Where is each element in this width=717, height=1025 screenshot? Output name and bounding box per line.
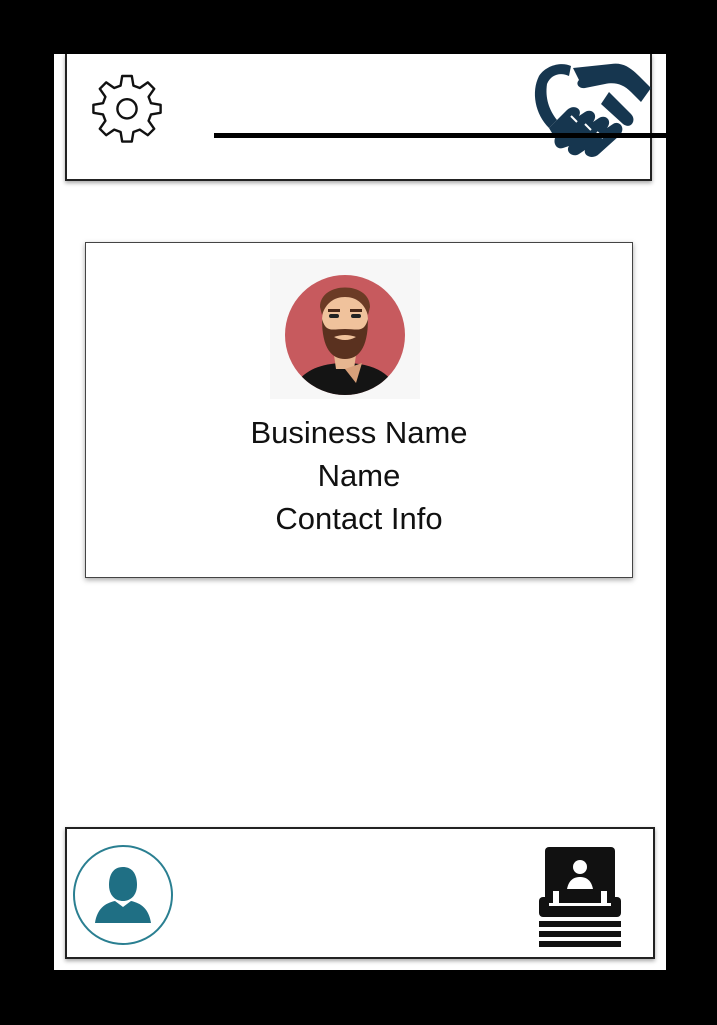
business-name: Business Name (250, 415, 468, 450)
person-name: Name (317, 458, 401, 493)
bottom-bar (65, 827, 655, 959)
contact-info: Contact Info (275, 501, 443, 536)
contact-card-icon[interactable] (535, 845, 625, 949)
phone-screen: Business Name Name Contact Info (54, 54, 669, 970)
avatar (270, 259, 420, 399)
handshake-icon[interactable] (527, 58, 657, 168)
business-card: Business Name Name Contact Info (85, 242, 633, 578)
user-profile-icon (95, 867, 151, 923)
header-divider-line (214, 133, 669, 138)
top-bar (65, 54, 652, 181)
gear-icon[interactable] (87, 68, 167, 148)
profile-button[interactable] (73, 845, 173, 945)
